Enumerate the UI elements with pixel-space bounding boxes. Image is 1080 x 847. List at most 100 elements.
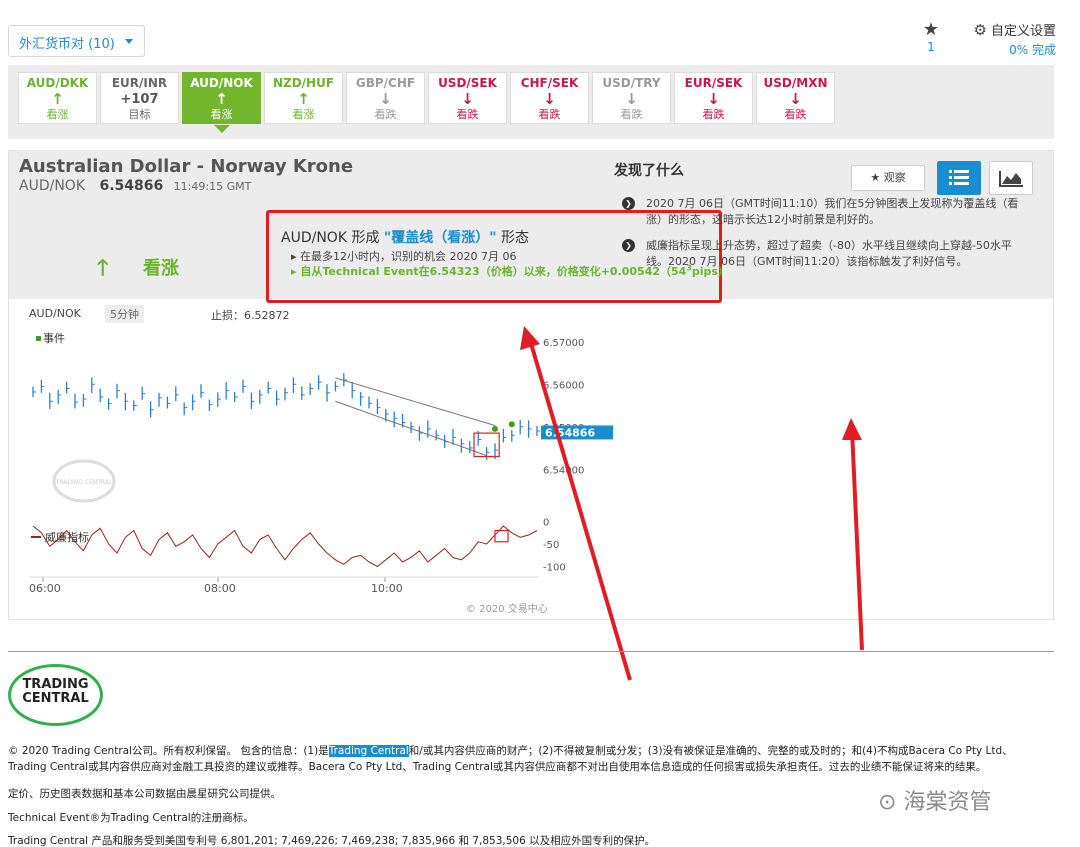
custom-settings-button[interactable]: ⚙ 自定义设置 0% 完成 [958, 20, 1056, 58]
target-value: +107 [120, 92, 159, 107]
chart-copyright: © 2020 交易中心 [466, 602, 548, 615]
instrument-price: 6.54866 [99, 178, 164, 194]
signal-window-text: 在最多12小时内，识别的机会 2020 7月 06 [300, 250, 517, 263]
pair-tile-aud-dkk[interactable]: AUD/DKK ↑ 看涨 [18, 72, 97, 124]
watermark-text: 海棠资管 [903, 790, 992, 815]
pair-tile-usd-sek[interactable]: USD/SEK ↓ 看跌 [428, 72, 507, 124]
finding-item: ❯ 威廉指标呈现上升态势，超过了超卖（-80）水平线且继续向上穿越-50水平线。… [622, 238, 1032, 270]
instrument-symbol: AUD/NOK [19, 178, 85, 194]
pair-tile-eur-sek[interactable]: EUR/SEK ↓ 看跌 [674, 72, 753, 124]
chevron-right-icon: ❯ [622, 239, 635, 252]
pair-selector-label: 外汇货币对 (10) [19, 37, 115, 52]
chart-view-button[interactable] [989, 161, 1033, 195]
signal-title-suffix: 形态 [496, 230, 529, 246]
pair-tiles-bar: AUD/DKK ↑ 看涨 EUR/INR +107 目标 AUD/NOK ↑ 看涨 NZD/HUF… [8, 65, 1054, 139]
indicator-tick-label: -100 [543, 563, 566, 574]
x-tick-label: 08:00 [204, 582, 236, 595]
x-tick-label: 06:00 [29, 582, 61, 595]
event-dot [508, 421, 515, 428]
tile-label: 看跌 [620, 108, 643, 121]
divider [8, 651, 1054, 652]
pair-tile-usd-mxn[interactable]: USD/MXN ↓ 看跌 [756, 72, 835, 124]
top-bar: 外汇货币对 (10) ★ 1 ⚙ 自定义设置 0% 完成 [0, 0, 1080, 65]
williams-line [32, 525, 538, 568]
trend-channel-lower [335, 400, 487, 457]
instrument-time: 11:49:15 GMT [173, 180, 252, 193]
pair-tile-aud-nok[interactable]: AUD/NOK ↑ 看涨 [182, 72, 261, 133]
chart-canvas: TRADING CENTRAL6.570006.560006.550006.54… [29, 332, 613, 615]
disclaimer-text: 和/或其内容供应商的财产；(2)不得被复制或分发；(3)没有被保证是准确的、完整… [408, 745, 1013, 757]
watermark: ⊙ 海棠资管 [878, 790, 992, 815]
pair-selector-dropdown[interactable]: 外汇货币对 (10) [8, 25, 145, 57]
tile-label: 看跌 [784, 108, 807, 121]
x-tick-label: 10:00 [371, 582, 403, 595]
star-icon: ★ [922, 19, 940, 40]
signal-pattern[interactable]: "覆盖线（看涨）" [384, 230, 497, 246]
favorites-button[interactable]: ★ 1 [918, 19, 944, 55]
disclaimer-highlight: Trading Central [328, 745, 409, 757]
gear-icon: ⚙ [973, 21, 987, 39]
watch-button[interactable]: ★ 观察 [851, 165, 925, 191]
patent-note: Trading Central 产品和服务受到美国专利号 6,801,201; … [8, 835, 656, 847]
arrow-up-icon: ↑ [51, 90, 64, 108]
pair-tile-eur-inr[interactable]: EUR/INR +107 目标 [100, 72, 179, 124]
signal-window: ▸ 在最多12小时内，识别的机会 2020 7月 06 [291, 250, 517, 263]
current-price-label: 6.54866 [545, 426, 595, 439]
indicator-tick-label: 0 [543, 518, 549, 529]
arrow-down-icon: ↓ [543, 90, 556, 108]
arrow-down-icon: ↓ [707, 90, 720, 108]
instrument-title: Australian Dollar - Norway Krone [19, 156, 354, 177]
watermark-text: TRADING CENTRAL [55, 479, 113, 486]
tile-symbol: USD/TRY [602, 76, 661, 90]
findings-title: 发现了什么 [614, 163, 684, 179]
finding-text: 威廉指标呈现上升态势，超过了超卖（-80）水平线且继续向上穿越-50水平线。20… [646, 239, 1012, 268]
y-tick-label: 6.54000 [543, 465, 584, 476]
tile-symbol: AUD/NOK [190, 76, 253, 90]
trend-channel-upper [335, 377, 496, 426]
list-view-button[interactable] [937, 161, 981, 195]
tile-symbol: USD/MXN [763, 76, 828, 90]
chevron-down-icon [125, 39, 133, 44]
arrow-up-icon: ↑ [297, 90, 310, 108]
pair-tile-nzd-huf[interactable]: NZD/HUF ↑ 看涨 [264, 72, 343, 124]
arrow-down-icon: ↓ [461, 90, 474, 108]
arrow-up-icon: ↑ [215, 90, 228, 108]
tile-label: 看涨 [46, 108, 69, 121]
disclaimer-text: © 2020 Trading Central公司。所有权利保留。 包含的信息：(… [8, 745, 329, 757]
price-chart[interactable]: AUD/NOK 5分钟 止损：6.52872 TRADING CENTRAL 6.… [9, 299, 619, 619]
tile-label: 看跌 [374, 108, 397, 121]
y-tick-label: 6.56000 [543, 380, 584, 391]
logo-line1: TRADING [22, 677, 89, 692]
tile-label: 看涨 [292, 108, 315, 121]
list-icon [949, 170, 969, 185]
finding-text: 2020 7月 06日（GMT时间11:10）我们在5分钟图表上发现称为覆盖线（… [646, 197, 1019, 226]
signal-direction: 看涨 [143, 258, 179, 279]
logo-line2: CENTRAL [22, 691, 89, 706]
arrow-down-icon: ↓ [625, 90, 638, 108]
arrow-down-icon: ↓ [379, 90, 392, 108]
indicator-tick-label: -50 [543, 540, 559, 551]
tile-symbol: NZD/HUF [272, 76, 335, 90]
signal-title-prefix: AUD/NOK 形成 [281, 230, 384, 246]
trading-central-logo: TRADING CENTRAL [8, 664, 103, 726]
event-dot [492, 425, 498, 432]
tile-label: 目标 [128, 108, 151, 121]
tile-symbol: EUR/INR [111, 76, 168, 90]
tile-symbol: AUD/DKK [26, 76, 89, 90]
signal-title: AUD/NOK 形成 "覆盖线（看涨）" 形态 [281, 227, 529, 247]
settings-label: 自定义设置 [990, 24, 1056, 39]
pair-tile-chf-sek[interactable]: CHF/SEK ↓ 看跌 [510, 72, 589, 124]
pair-tile-usd-try[interactable]: USD/TRY ↓ 看跌 [592, 72, 671, 124]
y-tick-label: 6.57000 [543, 338, 584, 349]
tile-label: 看跌 [702, 108, 725, 121]
watch-label: 观察 [883, 171, 906, 184]
tile-label: 看跌 [538, 108, 561, 121]
active-pointer [214, 125, 230, 133]
finding-item: ❯ 2020 7月 06日（GMT时间11:10）我们在5分钟图表上发现称为覆盖… [622, 196, 1032, 228]
tile-label: 看跌 [456, 108, 479, 121]
pair-tile-gbp-chf[interactable]: GBP/CHF ↓ 看跌 [346, 72, 425, 124]
indicator-legend: 威廉指标 [45, 530, 89, 544]
tile-symbol: EUR/SEK [684, 76, 743, 90]
star-icon: ★ [870, 171, 881, 184]
tile-symbol: GBP/CHF [355, 76, 416, 90]
